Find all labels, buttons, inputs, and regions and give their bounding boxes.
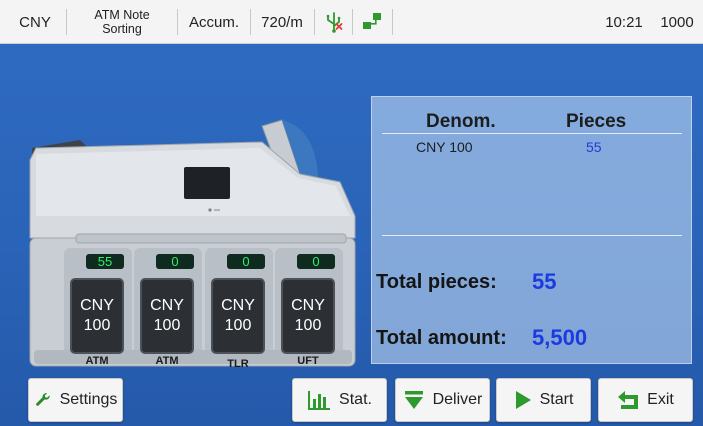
bin-3-pocket[interactable]: CNY 100 [211, 278, 265, 354]
batch-setting[interactable]: 1000 [652, 0, 702, 44]
batch-text: 1000 [660, 13, 694, 31]
bin-2-count: 0 [156, 254, 194, 269]
bin-1-index: 01 [72, 256, 80, 263]
bin-1-denom: 100 [83, 317, 111, 334]
bin-2-pocket[interactable]: CNY 100 [140, 278, 194, 354]
play-icon [515, 391, 531, 409]
denom-column-header: Denom. [426, 111, 496, 132]
wrench-icon [35, 393, 50, 406]
speed-text: 720/m [261, 13, 303, 31]
statistics-button[interactable]: Stat. [292, 378, 387, 422]
deliver-down-arrow-icon [404, 391, 423, 409]
currency-text: CNY [19, 13, 51, 31]
bin-4-label: UFT [297, 355, 319, 367]
settings-button[interactable]: Settings [28, 378, 123, 422]
bin-2-index: 02 [142, 256, 150, 263]
bin-3-denom: 100 [224, 317, 252, 334]
divider [250, 9, 251, 35]
pieces-column-header: Pieces [566, 111, 627, 132]
bin-3-currency: CNY [221, 297, 255, 314]
count-summary-panel: Denom. Pieces CNY 100 55 Total pieces: 5… [371, 96, 692, 364]
divider [392, 9, 393, 35]
network-icon [356, 0, 388, 44]
bin-4-currency: CNY [291, 297, 325, 314]
bin-4-index: 04 [283, 256, 291, 263]
bin-1-pocket[interactable]: CNY 100 [70, 278, 124, 354]
bar-chart-icon [308, 391, 331, 410]
banknote-sorter-illustration: 01 55 CNY 100 ATM 02 0 CNY 100 ATM 03 0 … [0, 100, 370, 380]
mode-line-1: ATM Note [94, 8, 150, 22]
time-text: 10:21 [605, 13, 643, 31]
exit-button[interactable]: Exit [598, 378, 693, 422]
row-1-denom: CNY 100 [416, 139, 473, 155]
bin-2-currency: CNY [150, 297, 184, 314]
divider [177, 9, 178, 35]
bin-2-label: ATM [155, 355, 179, 367]
bin-4-count: 0 [297, 254, 335, 269]
bin-1-label: ATM [85, 355, 109, 367]
start-button[interactable]: Start [496, 378, 591, 422]
exit-label: Exit [647, 391, 674, 408]
row-1-pieces: 55 [586, 139, 602, 155]
settings-label: Settings [59, 391, 118, 408]
total-pieces-value: 55 [532, 269, 557, 294]
header-divider [382, 133, 682, 134]
bin-1-currency: CNY [80, 297, 114, 314]
currency-indicator[interactable]: CNY [10, 0, 60, 44]
bin-4-denom: 100 [294, 317, 322, 334]
divider [314, 9, 315, 35]
total-pieces-label: Total pieces: [376, 271, 497, 293]
bin-4-pocket[interactable]: CNY 100 [281, 278, 335, 354]
start-label: Start [539, 391, 574, 408]
deliver-button[interactable]: Deliver [395, 378, 490, 422]
return-arrow-icon [618, 391, 639, 409]
divider [66, 9, 67, 35]
statistics-label: Stat. [339, 391, 372, 408]
bin-2-denom: 100 [153, 317, 181, 334]
count-mode-text: Accum. [188, 13, 239, 31]
count-mode[interactable]: Accum. [181, 0, 247, 44]
status-bar: CNY ATM Note Sorting Accum. 720/m 10:21 … [0, 0, 703, 44]
bin-3-label: TLR [227, 358, 249, 370]
clock: 10:21 [596, 0, 652, 44]
mode-line-2: Sorting [102, 22, 142, 36]
deliver-label: Deliver [432, 391, 483, 408]
speed-indicator[interactable]: 720/m [254, 0, 310, 44]
bin-1-count: 55 [86, 254, 124, 269]
table-divider [382, 235, 682, 236]
bin-3-count: 0 [227, 254, 265, 269]
sorting-mode[interactable]: ATM Note Sorting [72, 0, 172, 44]
usb-disconnected-icon [318, 0, 350, 44]
total-amount-label: Total amount: [376, 327, 507, 349]
divider [352, 9, 353, 35]
total-amount-value: 5,500 [532, 325, 588, 350]
bin-3-index: 03 [213, 256, 221, 263]
